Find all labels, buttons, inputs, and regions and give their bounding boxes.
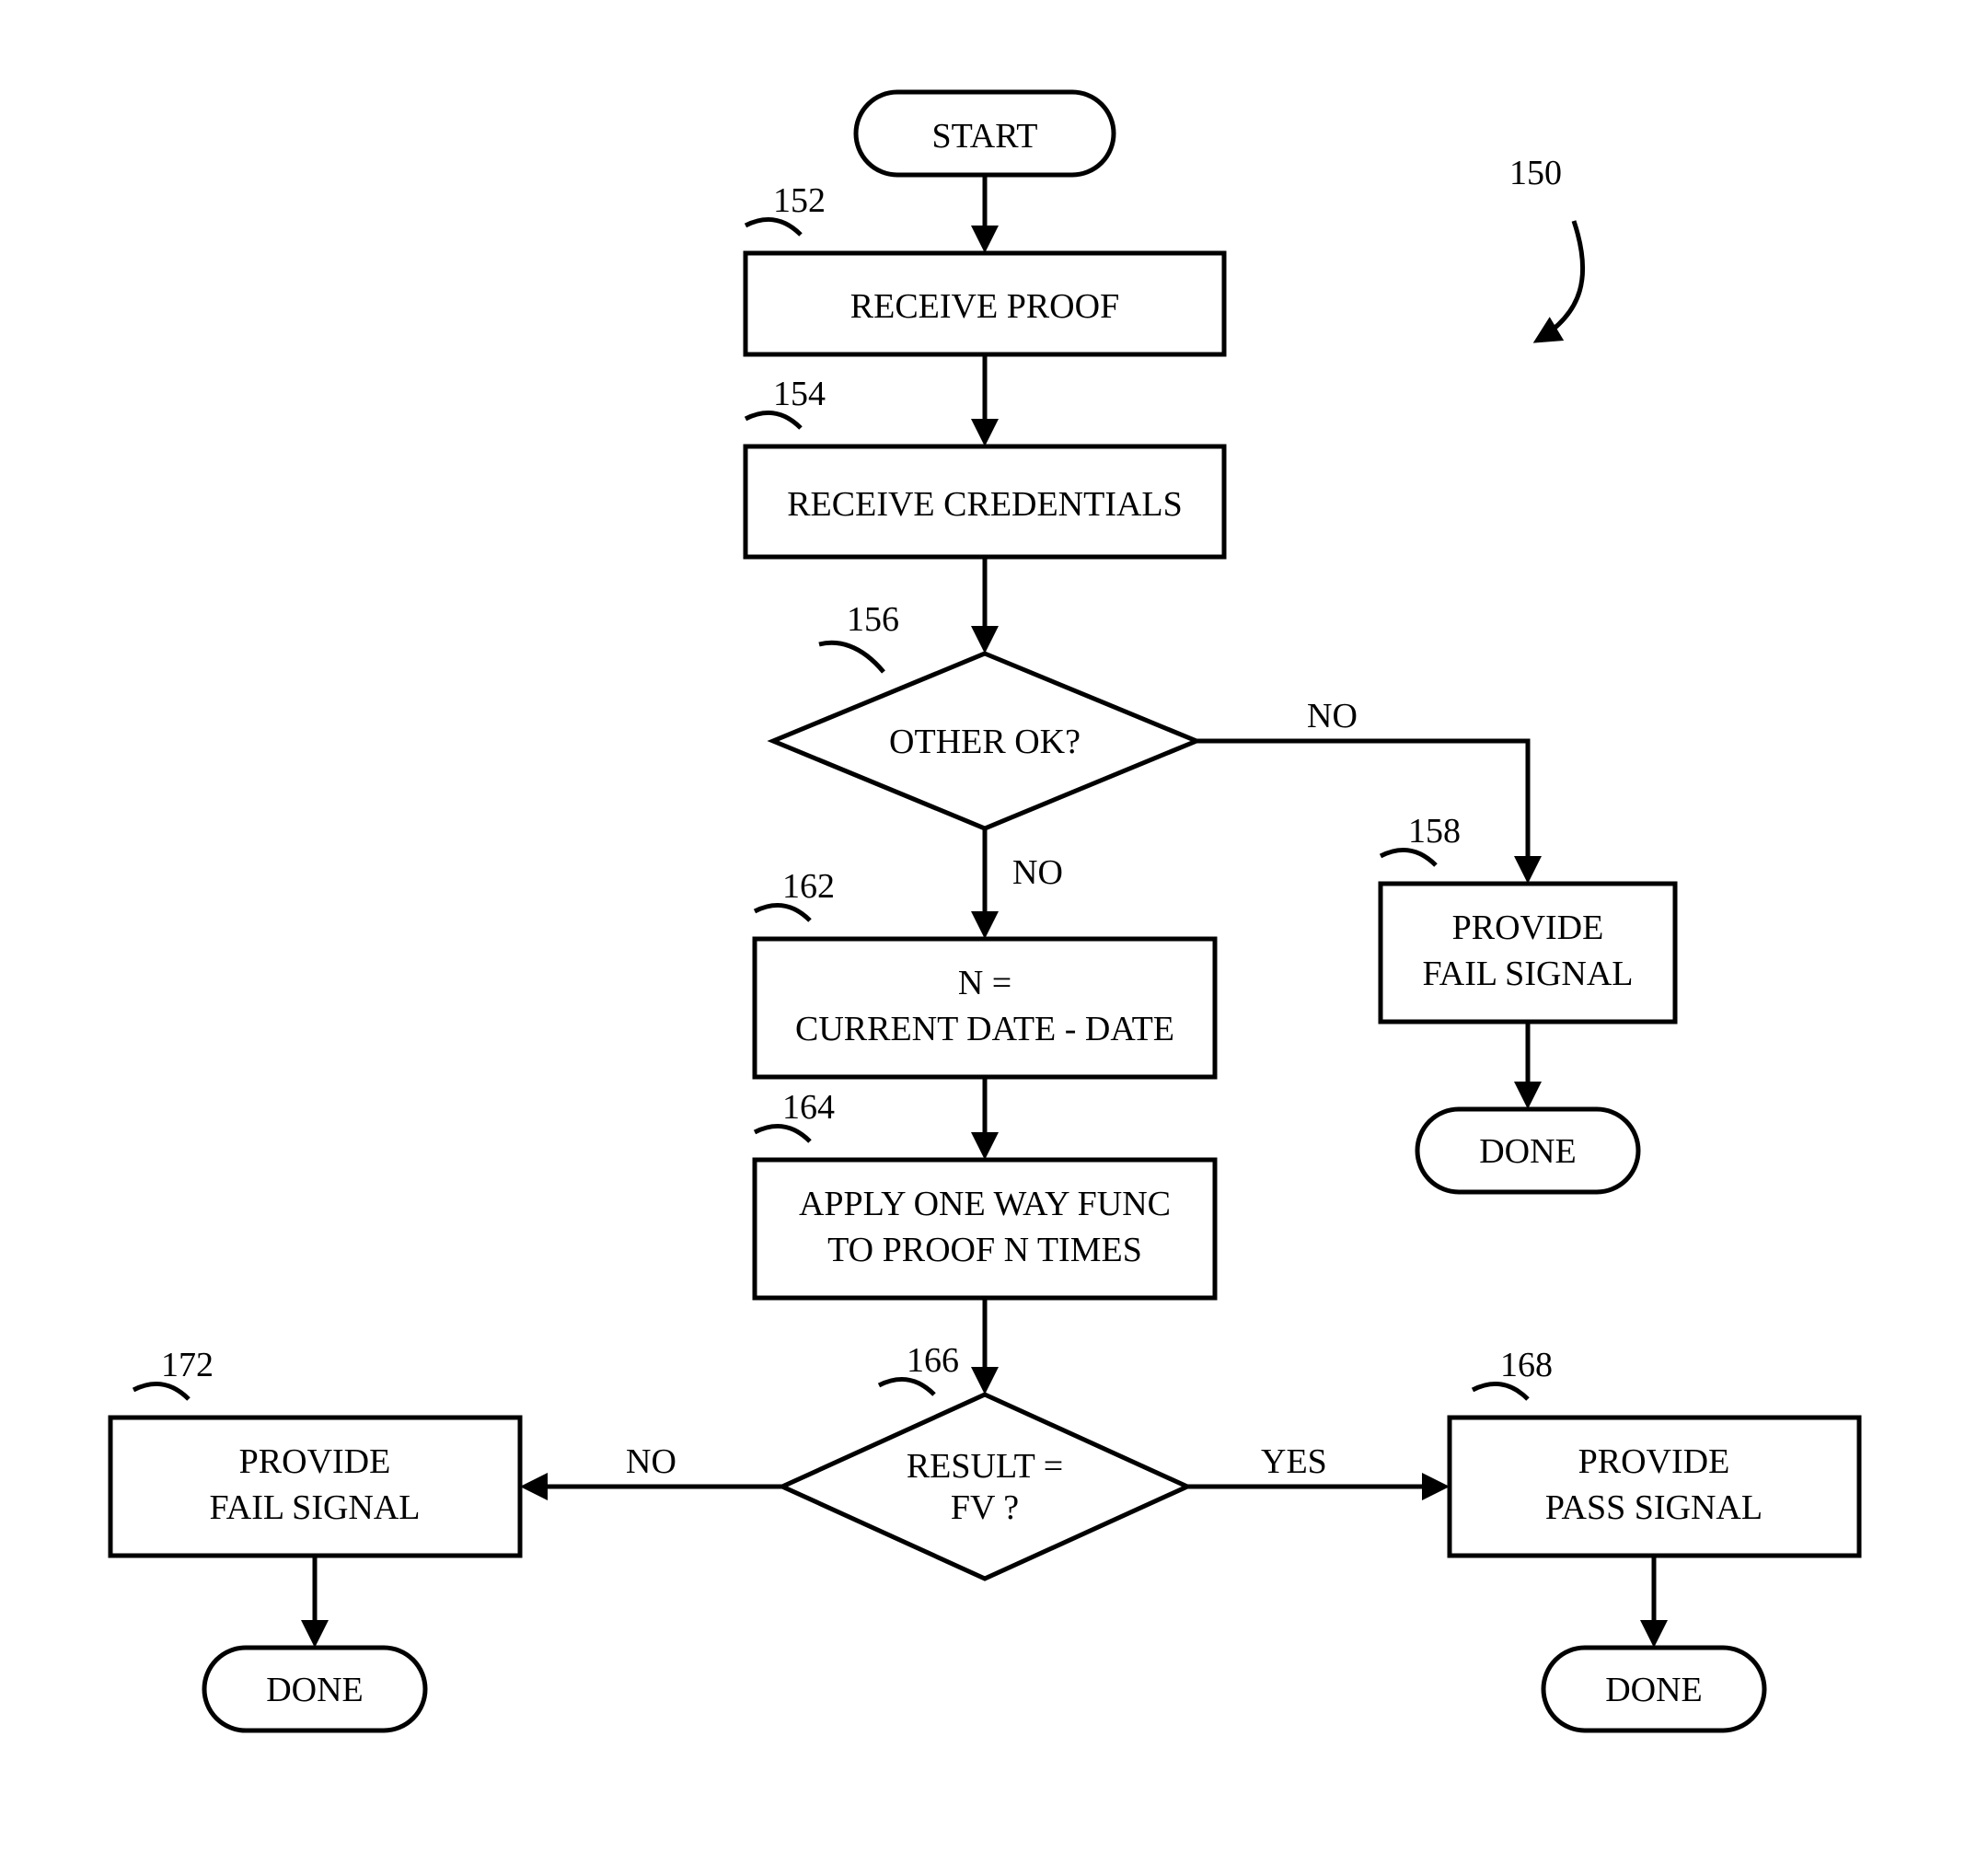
- edge-156-158: [1196, 741, 1528, 879]
- node-162-label1: N =: [958, 964, 1011, 1002]
- node-152-label: RECEIVE PROOF: [850, 287, 1119, 326]
- node-154-label: RECEIVE CREDENTIALS: [787, 485, 1183, 524]
- start-label: START: [931, 117, 1037, 156]
- node-158: [1381, 884, 1675, 1022]
- node-166-label1: RESULT =: [907, 1447, 1063, 1486]
- node-162-label2: CURRENT DATE - DATE: [795, 1010, 1174, 1048]
- node-158-label2: FAIL SIGNAL: [1422, 955, 1633, 993]
- node-172: [110, 1418, 520, 1556]
- node-158-label1: PROVIDE: [1452, 909, 1604, 947]
- ref-162: 162: [782, 867, 835, 906]
- leader-158: [1381, 850, 1436, 865]
- leader-162: [755, 905, 810, 920]
- ref-152: 152: [773, 181, 826, 220]
- leader-164: [755, 1126, 810, 1141]
- leader-168: [1473, 1383, 1528, 1399]
- node-164-label1: APPLY ONE WAY FUNC: [799, 1185, 1171, 1223]
- ref-158: 158: [1408, 812, 1461, 851]
- ref-164: 164: [782, 1088, 835, 1127]
- node-172-label2: FAIL SIGNAL: [209, 1488, 420, 1527]
- leader-172: [133, 1383, 189, 1399]
- leader-152: [746, 219, 801, 235]
- figure-ref: 150: [1509, 154, 1562, 192]
- ref-156: 156: [847, 600, 899, 639]
- node-166: [782, 1395, 1187, 1579]
- node-166-label2: FV ?: [951, 1488, 1019, 1527]
- edge-156-158-label: NO: [1307, 697, 1358, 735]
- ref-154: 154: [773, 375, 826, 413]
- leader-156: [819, 642, 884, 672]
- node-164-label2: TO PROOF N TIMES: [827, 1231, 1142, 1269]
- done-3-label: DONE: [1605, 1671, 1703, 1709]
- edge-166-172-label: NO: [626, 1442, 676, 1481]
- ref-166: 166: [907, 1341, 959, 1380]
- ref-172: 172: [161, 1346, 214, 1384]
- edge-166-168-label: YES: [1261, 1442, 1327, 1481]
- node-156-label: OTHER OK?: [889, 723, 1081, 761]
- leader-154: [746, 412, 801, 428]
- node-168-label1: PROVIDE: [1578, 1442, 1730, 1481]
- done-1-label: DONE: [1479, 1132, 1577, 1171]
- ref-168: 168: [1500, 1346, 1553, 1384]
- node-164: [755, 1160, 1215, 1298]
- figure-ref-leader: [1537, 221, 1583, 341]
- edge-156-162-label: NO: [1012, 853, 1063, 892]
- node-172-label1: PROVIDE: [239, 1442, 391, 1481]
- done-2-label: DONE: [266, 1671, 364, 1709]
- flowchart: 150 START RECEIVE PROOF 152 RECEIVE CRED…: [0, 0, 1988, 1852]
- node-168: [1450, 1418, 1859, 1556]
- node-168-label2: PASS SIGNAL: [1545, 1488, 1763, 1527]
- leader-166: [879, 1379, 934, 1395]
- node-162: [755, 939, 1215, 1077]
